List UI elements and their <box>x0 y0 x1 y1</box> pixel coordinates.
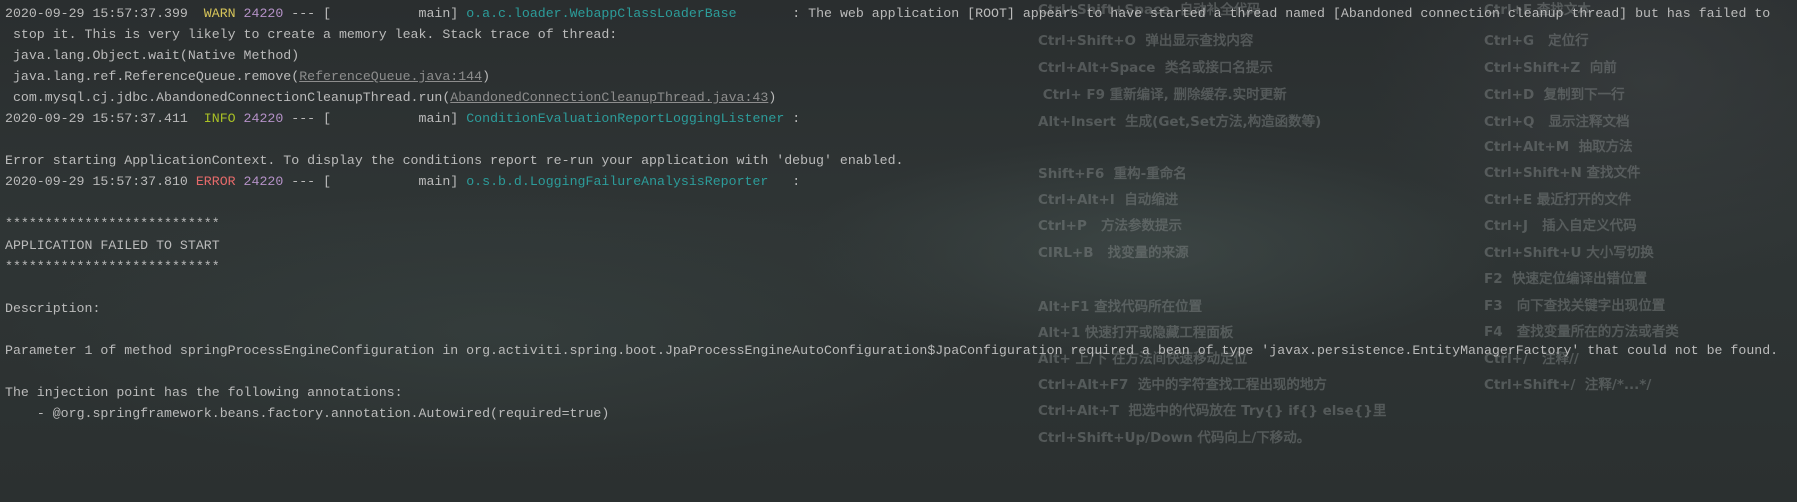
stack-frame: com.mysql.cj.jdbc.AbandonedConnectionCle… <box>5 90 777 106</box>
log-line: *************************** <box>5 258 220 274</box>
stack-frame: java.lang.Object.wait(Native Method) <box>5 48 300 64</box>
log-line: - @org.springframework.beans.factory.ann… <box>5 405 610 421</box>
failure-title: APPLICATION FAILED TO START <box>5 237 220 253</box>
logger-name: o.a.c.loader.WebappClassLoaderBase <box>466 6 737 21</box>
log-line: Parameter 1 of method springProcessEngin… <box>5 342 1779 358</box>
log-line: stop it. This is very likely to create a… <box>5 27 618 43</box>
source-link[interactable]: ReferenceQueue.java:144 <box>299 69 482 84</box>
level-error: ERROR <box>195 174 236 190</box>
log-line-error: 2020-09-29 15:57:37.810 ERROR 24220 --- … <box>5 174 801 190</box>
stack-frame: java.lang.ref.ReferenceQueue.remove(Refe… <box>5 69 491 85</box>
log-line: Description: <box>5 300 101 316</box>
log-line: The injection point has the following an… <box>5 384 403 400</box>
logger-name: o.s.b.d.LoggingFailureAnalysisReporter <box>466 174 769 190</box>
level-warn: WARN <box>203 6 236 21</box>
log-line: *************************** <box>5 216 220 232</box>
log-line: Error starting ApplicationContext. To di… <box>5 153 904 169</box>
shortcut-hint: Ctrl+Shift+Up/Down 代码向上/下移动。 <box>1038 430 1311 446</box>
log-line-info: 2020-09-29 15:57:37.411 INFO 24220 --- [… <box>5 111 801 127</box>
logger-name: ConditionEvaluationReportLoggingListener <box>466 111 785 127</box>
run-console-output[interactable]: 2020-09-29 15:57:37.399 WARN 24220 --- [… <box>5 3 1778 424</box>
level-info: INFO <box>203 111 236 127</box>
log-line-warn: 2020-09-29 15:57:37.399 WARN 24220 --- [… <box>5 6 1771 21</box>
source-link[interactable]: AbandonedConnectionCleanupThread.java:43 <box>450 90 768 105</box>
